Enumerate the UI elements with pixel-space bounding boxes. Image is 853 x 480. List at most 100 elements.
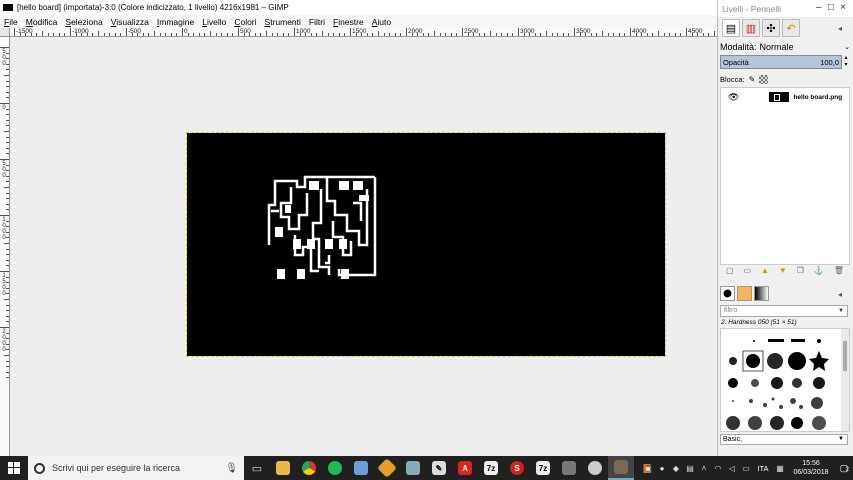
dock-menu-icon[interactable]: ◂ xyxy=(838,24,842,33)
brush-set-select[interactable]: Basic, ▼ xyxy=(720,434,848,445)
menu-item-8[interactable]: Filtri xyxy=(309,17,325,27)
horizontal-ruler[interactable]: -1500 -1000 -500 0 500 1000 1500 2000 2500 3000 35… xyxy=(10,28,717,37)
taskbar-app-8[interactable]: A xyxy=(452,456,478,480)
canvas-area[interactable] xyxy=(10,37,717,456)
taskbar-spotify[interactable] xyxy=(322,456,348,480)
new-layer-icon[interactable]: ▢ xyxy=(726,266,734,280)
raise-layer-icon[interactable]: ▲ xyxy=(761,266,769,280)
minimize-icon[interactable]: – xyxy=(816,2,822,13)
tray-app-icon-4[interactable]: ▤ xyxy=(683,464,697,473)
maximize-icon[interactable]: □ xyxy=(828,2,834,13)
taskbar-file-explorer[interactable] xyxy=(270,456,296,480)
ruler-minor-tick xyxy=(193,33,195,36)
opacity-slider[interactable]: Opacità 100,0 xyxy=(720,55,842,69)
tray-app-icon[interactable]: ▣ xyxy=(641,464,655,473)
tab-layers[interactable]: ▤ xyxy=(722,19,740,37)
menu-item-2[interactable]: Seleziona xyxy=(65,17,102,27)
brush-dock-menu-icon[interactable]: ◂ xyxy=(838,290,842,299)
windows-logo-icon xyxy=(8,462,20,474)
menu-item-10[interactable]: Aiuto xyxy=(372,17,391,27)
tray-app-icon-3[interactable]: ◆ xyxy=(669,464,683,473)
volume-icon[interactable]: ◁ xyxy=(725,464,739,473)
tab-patterns[interactable] xyxy=(737,286,752,301)
anchor-layer-icon[interactable]: ⚓ xyxy=(814,266,824,280)
ruler-minor-tick xyxy=(714,31,715,36)
ruler-minor-tick xyxy=(86,33,88,36)
microphone-icon[interactable]: 🎙 xyxy=(225,463,238,474)
ruler-minor-tick xyxy=(557,33,559,36)
ruler-minor-tick xyxy=(6,86,9,88)
layer-row[interactable]: 👁 hello board.png xyxy=(721,88,849,106)
keyboard-icon[interactable]: ▦ xyxy=(773,464,787,473)
lower-layer-icon[interactable]: ▼ xyxy=(779,266,787,280)
brush-filter-input[interactable]: filtro ▼ xyxy=(720,305,848,317)
brush-grid[interactable] xyxy=(720,328,850,432)
taskbar-app-12[interactable] xyxy=(556,456,582,480)
tab-paths[interactable]: ✣ xyxy=(762,19,780,37)
dock-title-bar[interactable]: Livelli - Pennelli – □ × xyxy=(718,0,853,17)
close-icon[interactable]: × xyxy=(840,2,846,13)
ruler-minor-tick xyxy=(4,299,9,300)
taskbar-app-4[interactable] xyxy=(348,456,374,480)
delete-layer-icon[interactable]: 🗑 xyxy=(834,266,844,280)
tab-gradients[interactable] xyxy=(754,286,769,301)
ruler-minor-tick xyxy=(305,33,307,36)
ruler-minor-tick xyxy=(523,33,525,36)
duplicate-layer-icon[interactable]: ❐ xyxy=(797,266,804,280)
clock[interactable]: 15:56 06/03/2018 xyxy=(787,459,835,477)
tray-app-icon-2[interactable]: ● xyxy=(655,464,669,473)
brush-scrollbar[interactable] xyxy=(841,329,849,431)
ruler-minor-tick xyxy=(6,125,9,127)
visibility-eye-icon[interactable]: 👁 xyxy=(728,92,739,103)
ruler-minor-tick xyxy=(6,119,9,121)
network-icon[interactable]: ◠ xyxy=(711,464,725,473)
chevron-down-icon[interactable]: ▼ xyxy=(838,306,844,316)
menu-item-9[interactable]: Finestre xyxy=(333,17,364,27)
battery-icon[interactable]: ▭ xyxy=(739,464,753,473)
tab-brushes[interactable] xyxy=(720,286,735,301)
notifications-icon[interactable]: ▢ xyxy=(835,463,853,474)
menu-item-0[interactable]: File xyxy=(4,17,18,27)
menu-item-1[interactable]: Modifica xyxy=(26,17,58,27)
title-bar[interactable]: [hello board] (importata)-3.0 (Colore in… xyxy=(0,0,717,15)
menu-item-6[interactable]: Colori xyxy=(234,17,256,27)
taskbar-app-11[interactable]: 7z xyxy=(530,456,556,480)
taskbar-chrome[interactable] xyxy=(296,456,322,480)
taskbar-app-13[interactable] xyxy=(582,456,608,480)
layers-list[interactable]: 👁 hello board.png xyxy=(720,87,850,265)
ruler-minor-tick xyxy=(271,33,273,36)
chevron-up-icon[interactable]: ˄ xyxy=(697,464,711,473)
ruler-minor-tick xyxy=(6,248,9,250)
start-button[interactable] xyxy=(0,456,28,480)
language-indicator[interactable]: ITA xyxy=(753,464,773,473)
lock-pixels-icon[interactable]: ✎ xyxy=(749,75,756,84)
ruler-corner-button[interactable] xyxy=(0,28,10,37)
new-group-icon[interactable]: ▭ xyxy=(744,266,752,280)
layer-mode-select[interactable]: Modalità: Normale ⌄ xyxy=(720,41,850,53)
taskbar-app-9[interactable]: 7z xyxy=(478,456,504,480)
task-view-button[interactable]: ▭ xyxy=(244,456,270,480)
chevron-down-icon[interactable]: ▼ xyxy=(838,435,844,444)
tab-undo[interactable]: ↶ xyxy=(782,19,800,37)
taskbar-app-5[interactable] xyxy=(374,456,400,480)
opacity-spin-buttons[interactable]: ▴ ▾ xyxy=(842,55,850,69)
menu-item-5[interactable]: Livello xyxy=(202,17,226,27)
image-canvas[interactable] xyxy=(186,132,666,357)
taskbar-app-10[interactable]: S xyxy=(504,456,530,480)
menu-item-4[interactable]: Immagine xyxy=(157,17,194,27)
taskbar-search[interactable]: Scrivi qui per eseguire la ricerca 🎙 xyxy=(28,456,244,480)
layer-actions: ▢ ▭ ▲ ▼ ❐ ⚓ 🗑 xyxy=(720,266,850,280)
ruler-minor-tick xyxy=(333,33,335,36)
lock-alpha-icon[interactable] xyxy=(759,74,769,84)
taskbar-gimp[interactable] xyxy=(608,456,634,480)
paths-icon: ✣ xyxy=(766,22,776,35)
ruler-minor-tick xyxy=(243,33,245,36)
menu-item-7[interactable]: Strumenti xyxy=(265,17,301,27)
ruler-tick xyxy=(14,28,15,36)
tab-channels[interactable]: ▥ xyxy=(742,19,760,37)
taskbar-app-7[interactable]: ✎ xyxy=(426,456,452,480)
menu-item-3[interactable]: Visualizza xyxy=(111,17,149,27)
vertical-ruler[interactable]: 5000500100015002000 xyxy=(0,37,10,456)
taskbar-app-6[interactable] xyxy=(400,456,426,480)
ruler-minor-tick xyxy=(6,237,9,239)
